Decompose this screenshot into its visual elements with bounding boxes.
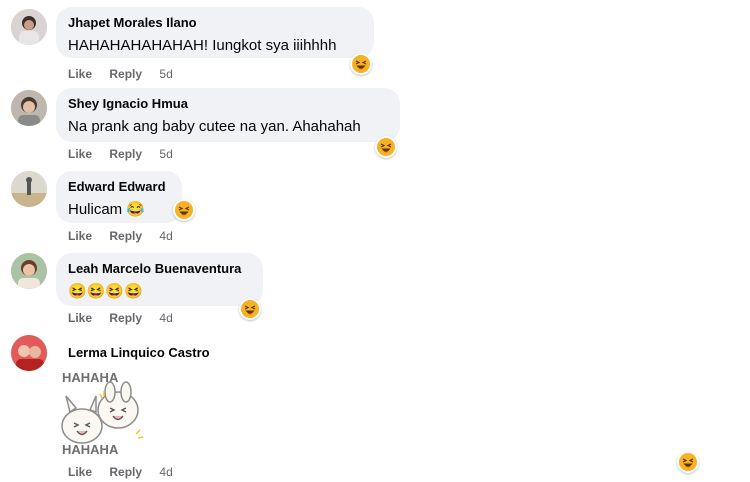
haha-sticker[interactable]: HAHAHA HAHAHA xyxy=(56,368,146,458)
haha-icon[interactable] xyxy=(375,136,397,158)
comment-actions: Like Reply 4d xyxy=(68,465,187,479)
like-button[interactable]: Like xyxy=(68,229,92,243)
reply-button[interactable]: Reply xyxy=(109,67,142,81)
avatar[interactable] xyxy=(11,90,47,126)
comment-author[interactable]: Edward Edward xyxy=(68,178,170,195)
comment-actions: Like Reply 5d xyxy=(68,147,187,161)
reply-button[interactable]: Reply xyxy=(109,147,142,161)
reply-button[interactable]: Reply xyxy=(109,465,142,479)
haha-icon[interactable] xyxy=(677,451,699,473)
comment-author[interactable]: Shey Ignacio Hmua xyxy=(68,95,388,112)
comment-actions: Like Reply 4d xyxy=(68,229,187,243)
comment-text: 😆😆😆😆 xyxy=(68,283,143,300)
like-button[interactable]: Like xyxy=(68,465,92,479)
comment-time[interactable]: 4d xyxy=(159,311,172,325)
like-button[interactable]: Like xyxy=(68,147,92,161)
avatar[interactable] xyxy=(11,171,47,207)
comment-text: HAHAHAHAHAHAH! Iungkot sya iiihhhh xyxy=(68,37,337,54)
comment-time[interactable]: 4d xyxy=(159,229,172,243)
haha-icon[interactable] xyxy=(350,53,372,75)
like-button[interactable]: Like xyxy=(68,311,92,325)
comment-actions: Like Reply 4d xyxy=(68,311,187,325)
reply-button[interactable]: Reply xyxy=(109,311,142,325)
comment-bubble: Shey Ignacio Hmua Na prank ang baby cute… xyxy=(56,88,400,142)
comment-author[interactable]: Lerma Linquico Castro xyxy=(68,345,210,360)
reply-button[interactable]: Reply xyxy=(109,229,142,243)
comment-time[interactable]: 4d xyxy=(159,465,172,479)
like-button[interactable]: Like xyxy=(68,67,92,81)
haha-icon[interactable] xyxy=(239,298,261,320)
comment-text: Hulicam 😂 xyxy=(68,201,146,218)
avatar[interactable] xyxy=(11,253,47,289)
sticker-text-bottom: HAHAHA xyxy=(62,442,119,457)
comment-author[interactable]: Leah Marcelo Buenaventura xyxy=(68,260,251,277)
comment-bubble: Leah Marcelo Buenaventura 😆😆😆😆 xyxy=(56,253,263,306)
haha-icon[interactable] xyxy=(173,199,195,221)
comment-time[interactable]: 5d xyxy=(159,67,172,81)
comment-bubble: Edward Edward Hulicam 😂 xyxy=(56,171,182,223)
avatar[interactable] xyxy=(11,335,47,371)
avatar[interactable] xyxy=(11,9,47,45)
comment-author[interactable]: Jhapet Morales Ilano xyxy=(68,14,362,31)
comment-actions: Like Reply 5d xyxy=(68,67,187,81)
comment-text: Na prank ang baby cutee na yan. Ahahahah xyxy=(68,118,361,135)
comment-time[interactable]: 5d xyxy=(159,147,172,161)
comment-bubble: Jhapet Morales Ilano HAHAHAHAHAHAH! Iung… xyxy=(56,7,374,58)
